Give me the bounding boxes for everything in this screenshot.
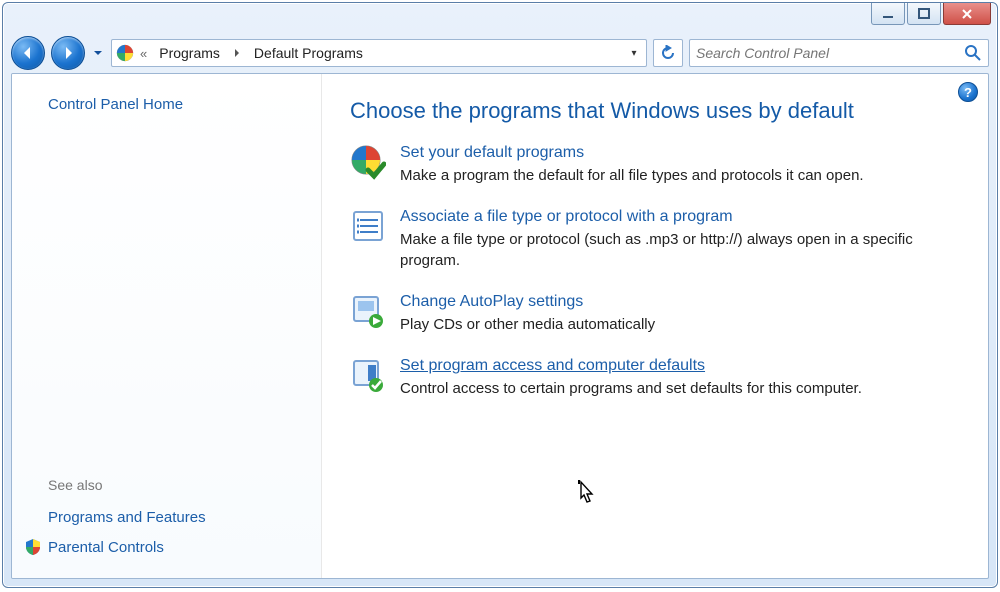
breadcrumb-separator-icon[interactable]	[232, 49, 242, 57]
see-also-programs-features[interactable]: Programs and Features	[48, 509, 321, 526]
minimize-button[interactable]	[871, 3, 905, 25]
option-autoplay: Change AutoPlay settings Play CDs or oth…	[350, 293, 964, 335]
search-icon[interactable]	[964, 44, 982, 62]
close-button[interactable]	[943, 3, 991, 25]
uac-shield-icon	[24, 538, 42, 556]
control-panel-home-link[interactable]: Control Panel Home	[48, 96, 321, 113]
maximize-button[interactable]	[907, 3, 941, 25]
list-icon	[350, 208, 386, 244]
option-link[interactable]: Set your default programs	[400, 144, 584, 162]
control-panel-icon	[116, 44, 134, 62]
titlebar	[3, 3, 997, 33]
sidebar: Control Panel Home See also Programs and…	[12, 74, 322, 578]
breadcrumb-overflow-icon[interactable]: «	[140, 46, 147, 61]
window-frame: « Programs Default Programs ▾ Control Pa…	[2, 2, 998, 588]
option-program-access: Set program access and computer defaults…	[350, 357, 964, 399]
help-button[interactable]: ?	[958, 82, 978, 102]
autoplay-icon	[350, 293, 386, 329]
nav-history-dropdown[interactable]	[91, 44, 105, 62]
option-desc: Make a program the default for all file …	[400, 166, 964, 186]
forward-button[interactable]	[51, 36, 85, 70]
programs-check-icon	[350, 144, 386, 180]
link-label: Parental Controls	[48, 539, 164, 556]
link-label: Programs and Features	[48, 509, 206, 526]
see-also-parental-controls[interactable]: Parental Controls	[48, 538, 321, 556]
option-link[interactable]: Set program access and computer defaults	[400, 357, 705, 375]
main-panel: ? Choose the programs that Windows uses …	[322, 74, 988, 578]
program-access-icon	[350, 357, 386, 393]
refresh-button[interactable]	[653, 39, 683, 67]
option-set-default-programs: Set your default programs Make a program…	[350, 144, 964, 186]
page-title: Choose the programs that Windows uses by…	[350, 98, 964, 124]
option-desc: Control access to certain programs and s…	[400, 379, 964, 399]
address-dropdown-icon[interactable]: ▾	[626, 48, 642, 59]
breadcrumb-parent[interactable]: Programs	[153, 42, 226, 64]
option-associate-file-type: Associate a file type or protocol with a…	[350, 208, 964, 271]
search-input[interactable]	[696, 45, 964, 61]
option-desc: Play CDs or other media automatically	[400, 315, 964, 335]
option-desc: Make a file type or protocol (such as .m…	[400, 230, 964, 271]
back-button[interactable]	[11, 36, 45, 70]
window-controls	[869, 3, 991, 25]
search-box[interactable]	[689, 39, 989, 67]
address-bar[interactable]: « Programs Default Programs ▾	[111, 39, 647, 67]
content-area: Control Panel Home See also Programs and…	[11, 73, 989, 579]
breadcrumb-current[interactable]: Default Programs	[248, 42, 369, 64]
see-also-header: See also	[48, 477, 321, 493]
option-link[interactable]: Associate a file type or protocol with a…	[400, 208, 733, 226]
option-link[interactable]: Change AutoPlay settings	[400, 293, 583, 311]
navigation-bar: « Programs Default Programs ▾	[3, 33, 997, 73]
